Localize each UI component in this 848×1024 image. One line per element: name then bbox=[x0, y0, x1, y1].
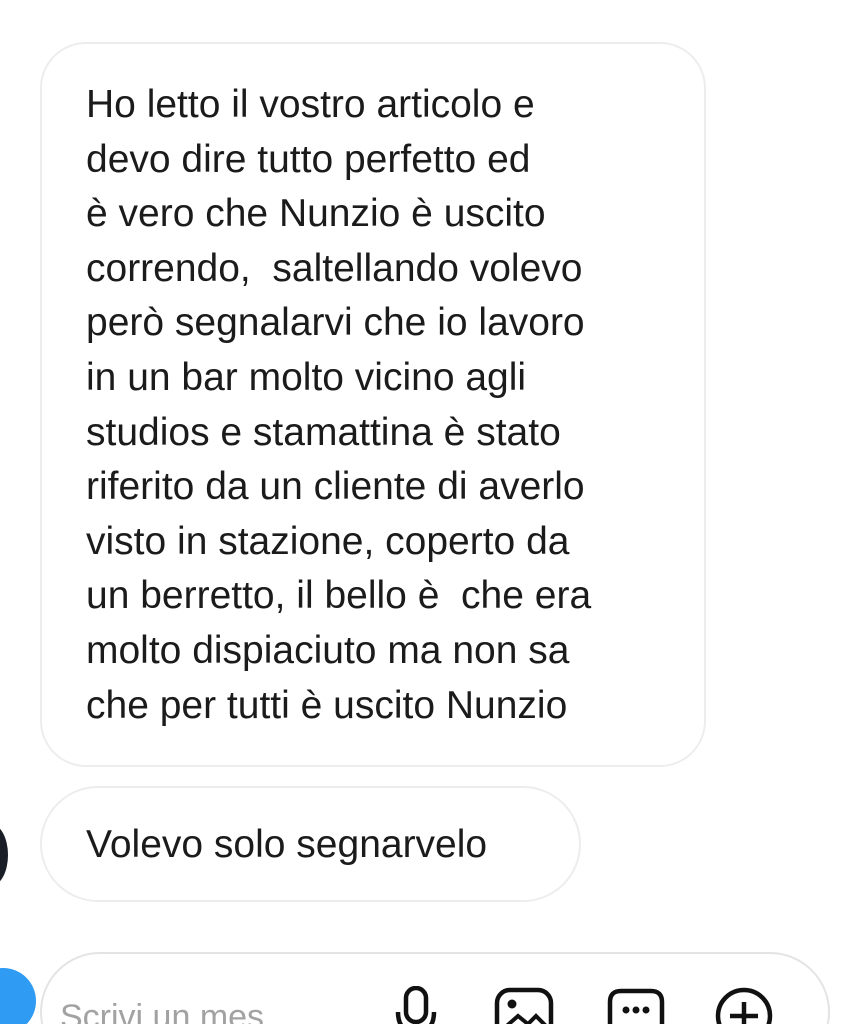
avatar[interactable] bbox=[0, 824, 8, 886]
message-text: Volevo solo segnarvelo bbox=[86, 823, 488, 866]
message-bubble[interactable]: Volevo solo segnarvelo bbox=[40, 786, 581, 902]
message-bubble[interactable]: Ho letto il vostro articolo e devo dire … bbox=[40, 42, 706, 767]
message-text: Ho letto il vostro articolo e devo dire … bbox=[86, 83, 592, 727]
sticker-icon[interactable] bbox=[606, 986, 666, 1024]
camera-button[interactable] bbox=[0, 968, 36, 1024]
plus-icon[interactable] bbox=[714, 986, 776, 1024]
message-input[interactable] bbox=[60, 992, 360, 1024]
chat-screen: Ho letto il vostro articolo e devo dire … bbox=[0, 0, 848, 1024]
gallery-icon[interactable] bbox=[494, 986, 554, 1024]
mic-icon[interactable] bbox=[394, 986, 438, 1024]
